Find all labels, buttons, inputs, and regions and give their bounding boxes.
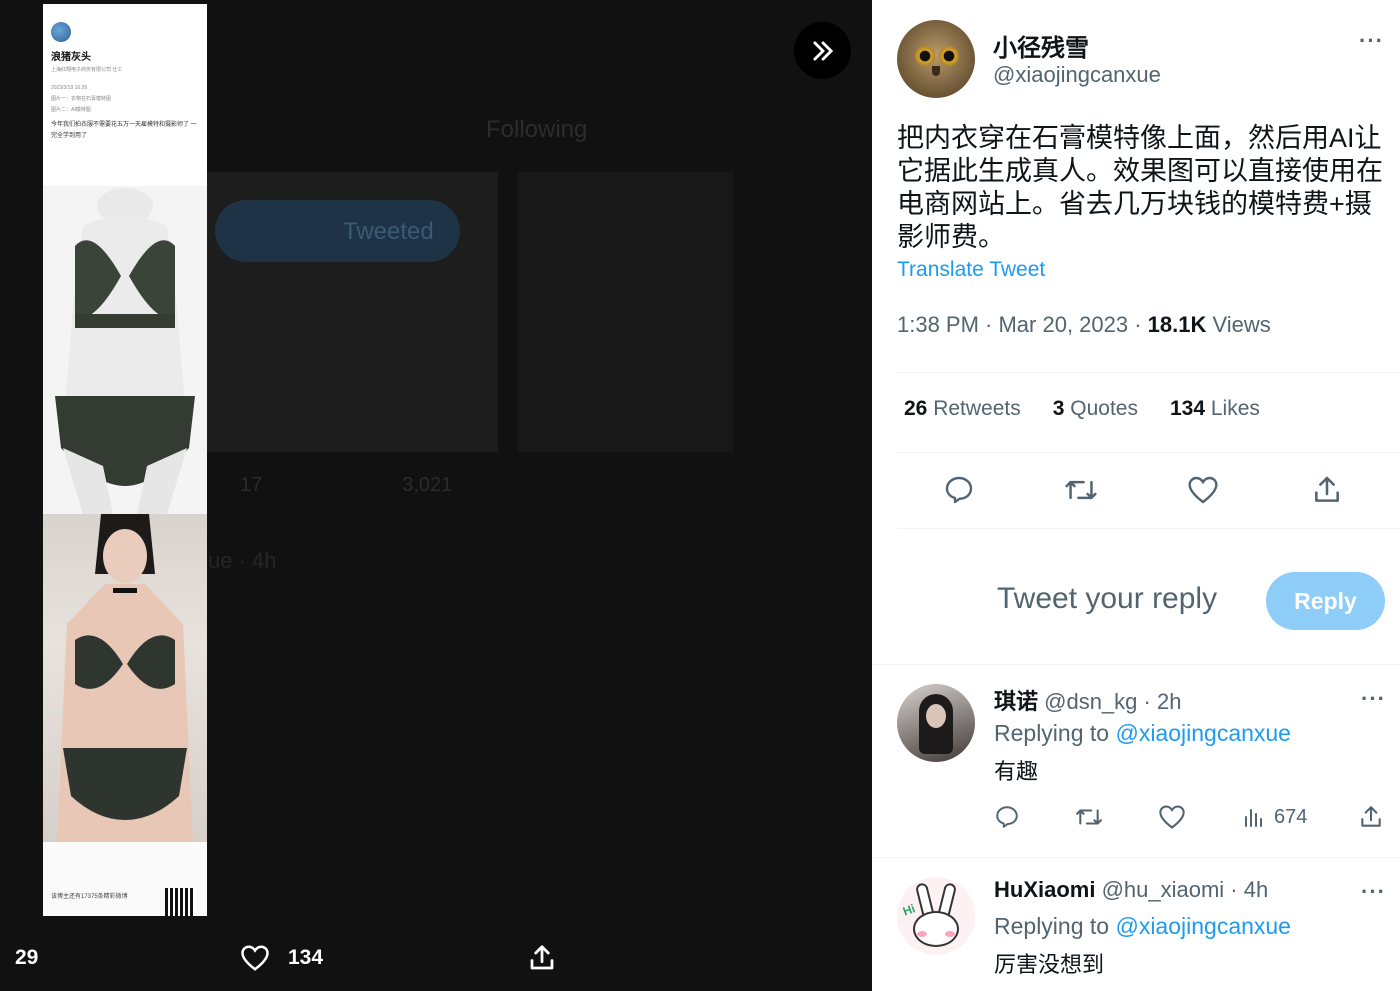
reply-header: HuXiaomi @hu_xiaomi · 4h — [994, 877, 1268, 903]
retweet-button[interactable] — [1056, 465, 1106, 515]
reply-handle[interactable]: @dsn_kg · 2h — [1038, 689, 1181, 714]
reply-header: 琪诺 @dsn_kg · 2h — [994, 684, 1181, 716]
bg-actions: 17 3,021 — [240, 474, 453, 496]
views-label: Views — [1206, 312, 1271, 337]
expand-panel-button[interactable] — [794, 22, 851, 79]
share-icon — [1361, 806, 1381, 827]
strip-avatar — [51, 22, 71, 42]
divider — [897, 528, 1400, 529]
strip-date: 2023/3/19 16:26 — [51, 85, 88, 91]
like-button[interactable] — [1178, 465, 1228, 515]
model-photo — [43, 514, 207, 842]
bg-tab-following: Following — [486, 116, 588, 143]
tweet-actions — [897, 465, 1387, 515]
avatar[interactable] — [897, 684, 975, 762]
more-options-icon[interactable]: ··· — [1361, 686, 1386, 712]
tweet-timestamp[interactable]: 1:38 PM · Mar 20, 2023 · — [897, 312, 1148, 337]
quotes-stat[interactable]: 3 Quotes — [1053, 397, 1138, 421]
replying-to: Replying to @xiaojingcanxue — [994, 720, 1291, 746]
like-button[interactable] — [1158, 802, 1186, 832]
share-button[interactable] — [1358, 802, 1384, 832]
likes-stat[interactable]: 134 Likes — [1170, 397, 1260, 421]
views-button[interactable]: 674 — [1242, 802, 1307, 832]
replying-to-link[interactable]: @xiaojingcanxue — [1115, 720, 1291, 746]
bg-time: ue · 4h — [208, 548, 277, 573]
views-count: 18.1K — [1147, 312, 1207, 337]
tweet-stats: 26 Retweets 3 Quotes 134 Likes — [904, 397, 1260, 421]
tweet-author: 小径残雪 @xiaojingcanxue ··· — [897, 20, 1387, 100]
tweet-meta: 1:38 PM · Mar 20, 2023 · 18.1K Views — [897, 312, 1271, 338]
qr-code-icon — [165, 888, 195, 916]
reply-input[interactable]: Tweet your reply — [997, 582, 1217, 616]
analytics-icon — [1245, 809, 1262, 827]
heart-icon — [1159, 805, 1185, 829]
more-options-icon[interactable]: ··· — [1361, 879, 1386, 905]
share-icon — [530, 944, 554, 969]
media-share-button[interactable] — [527, 930, 557, 985]
replying-to: Replying to @xiaojingcanxue — [994, 913, 1291, 939]
strip-line1: 图片一：衣物在石膏模特图 — [51, 96, 112, 102]
avatar[interactable]: Hi — [897, 877, 975, 955]
tweet-text: 把内衣穿在石膏模特像上面，然后用AI让它据此生成真人。效果图可以直接使用在电商网… — [897, 123, 1383, 252]
retweets-stat[interactable]: 26 Retweets — [904, 397, 1021, 421]
author-name[interactable]: 小径残雪 — [993, 28, 1089, 63]
reply-item[interactable]: Hi HuXiaomi @hu_xiaomi · 4h ··· Replying… — [872, 877, 1400, 991]
reply-actions: 674 — [994, 802, 1384, 832]
reply-item[interactable]: 琪诺 @dsn_kg · 2h ··· Replying to @xiaojin… — [872, 684, 1400, 854]
strip-sub: 上海红翔电子商务有限公司 仕工 — [51, 67, 123, 73]
divider — [872, 664, 1400, 665]
author-handle[interactable]: @xiaojingcanxue — [993, 62, 1161, 88]
heart-icon — [241, 944, 269, 971]
strip-line2: 图片二：AI模特图 — [51, 107, 91, 113]
reply-icon — [945, 476, 973, 504]
reply-icon — [996, 806, 1018, 828]
reply-handle[interactable]: @hu_xiaomi · 4h — [1095, 877, 1269, 902]
strip-body: 今年我们拍衣服不需要花五万一天雇模特和摄影师了 一完全学到用了 — [51, 122, 197, 139]
reply-views-count: 674 — [1274, 805, 1308, 828]
bg-card — [518, 172, 733, 452]
bg-tweeted-pill: Tweeted — [215, 200, 460, 262]
avatar[interactable] — [897, 20, 975, 98]
mannequin-photo — [43, 186, 207, 514]
heart-icon — [1188, 476, 1218, 504]
reply-button[interactable] — [934, 465, 984, 515]
reply-author-name[interactable]: 琪诺 — [994, 689, 1038, 714]
reply-text: 厉害没想到 — [994, 952, 1105, 977]
retweet-button[interactable] — [1074, 802, 1104, 832]
replying-to-link[interactable]: @xiaojingcanxue — [1115, 913, 1291, 939]
retweet-icon — [1076, 809, 1102, 825]
reply-composer: Tweet your reply Reply — [872, 540, 1400, 664]
media-retweet-count[interactable]: 29 — [15, 930, 38, 985]
double-chevron-right-icon — [812, 40, 833, 61]
media-viewer: Following Tweeted 17 3,021 ue · 4h 浪猪灰头 … — [0, 0, 872, 991]
share-button[interactable] — [1302, 465, 1352, 515]
media-image[interactable]: 浪猪灰头 上海红翔电子商务有限公司 仕工 2023/3/19 16:26 图片一… — [43, 4, 207, 916]
more-options-icon[interactable]: ··· — [1359, 28, 1384, 54]
divider — [872, 857, 1400, 858]
reply-text: 有趣 — [994, 759, 1039, 784]
reply-button[interactable] — [994, 802, 1020, 832]
retweet-icon — [1065, 480, 1097, 500]
media-bottom-bar: 29 134 — [0, 930, 872, 985]
translate-tweet-link[interactable]: Translate Tweet — [897, 258, 1045, 282]
reply-author-name[interactable]: HuXiaomi — [994, 877, 1095, 902]
strip-footer: 该博主还有17375条精彩微博 — [43, 842, 207, 916]
strip-author: 浪猪灰头 — [51, 52, 91, 63]
share-icon — [1315, 476, 1339, 502]
divider — [897, 372, 1400, 373]
media-like-button[interactable]: 134 — [240, 930, 323, 985]
tweet-detail-panel: 小径残雪 @xiaojingcanxue ··· 把内衣穿在石膏模特像上面，然后… — [872, 0, 1400, 991]
divider — [897, 452, 1400, 453]
reply-submit-button[interactable]: Reply — [1266, 572, 1385, 630]
